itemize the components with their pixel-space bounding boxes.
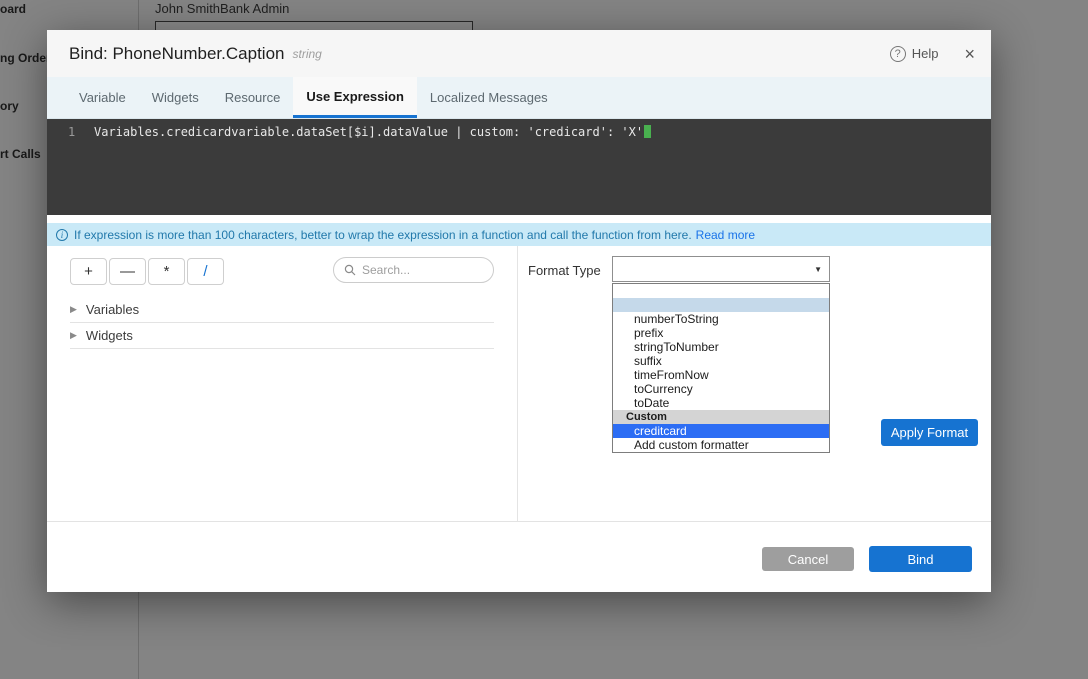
tree-item-label: Widgets (86, 328, 133, 343)
search-input[interactable] (362, 263, 483, 277)
chevron-right-icon[interactable]: ▶ (70, 304, 77, 315)
dropdown-option-stringToNumber[interactable]: stringToNumber (613, 340, 829, 354)
dropdown-option-numberToString[interactable]: numberToString (613, 312, 829, 326)
chevron-right-icon[interactable]: ▶ (70, 330, 77, 341)
dropdown-option-empty-hover[interactable] (613, 298, 829, 312)
operator-toolbar: + — * / (70, 258, 224, 285)
search-box (333, 257, 494, 283)
info-bar: i If expression is more than 100 charact… (47, 223, 991, 246)
divide-operator-button[interactable]: / (187, 258, 224, 285)
tree-item-widgets[interactable]: ▶ Widgets (70, 323, 494, 349)
plus-operator-button[interactable]: + (70, 258, 107, 285)
read-more-link[interactable]: Read more (696, 228, 755, 242)
apply-format-button[interactable]: Apply Format (881, 419, 978, 446)
dropdown-option-add-custom-formatter[interactable]: Add custom formatter (613, 438, 829, 452)
dialog-type-hint: string (292, 47, 321, 61)
dropdown-option-prefix[interactable]: prefix (613, 326, 829, 340)
chevron-down-icon[interactable]: ▼ (814, 265, 822, 274)
format-type-label: Format Type (528, 263, 601, 278)
dropdown-option-creditcard[interactable]: creditcard (613, 424, 829, 438)
expression-editor[interactable]: 1 Variables.credicardvariable.dataSet[$i… (47, 119, 991, 215)
tree-item-variables[interactable]: ▶ Variables (70, 297, 494, 323)
dialog-content: + — * / ▶ Variables ▶ Widgets Format (47, 246, 991, 521)
dropdown-option-toDate[interactable]: toDate (613, 396, 829, 410)
format-type-dropdown: numberToString prefix stringToNumber suf… (612, 283, 830, 453)
dialog-footer: Cancel Bind (47, 521, 991, 592)
cancel-button[interactable]: Cancel (762, 547, 854, 571)
dropdown-option-toCurrency[interactable]: toCurrency (613, 382, 829, 396)
help-label[interactable]: Help (912, 46, 939, 61)
dropdown-option-timeFromNow[interactable]: timeFromNow (613, 368, 829, 382)
panel-divider (517, 246, 518, 521)
tab-resource[interactable]: Resource (212, 77, 294, 118)
editor-caret (644, 125, 651, 138)
tab-localized-messages[interactable]: Localized Messages (417, 77, 561, 118)
info-icon: i (56, 229, 68, 241)
bind-dialog: Bind: PhoneNumber.Caption string ? Help … (47, 30, 991, 592)
dialog-title: Bind: PhoneNumber.Caption (69, 44, 284, 64)
close-icon[interactable]: × (964, 45, 975, 63)
search-icon (344, 264, 356, 276)
dropdown-option-empty[interactable] (613, 284, 829, 298)
dropdown-group-custom: Custom (613, 410, 829, 424)
dropdown-option-suffix[interactable]: suffix (613, 354, 829, 368)
editor-line-number: 1 (47, 119, 94, 215)
expression-text: Variables.credicardvariable.dataSet[$i].… (94, 125, 643, 139)
tab-widgets[interactable]: Widgets (139, 77, 212, 118)
minus-operator-button[interactable]: — (109, 258, 146, 285)
tab-use-expression[interactable]: Use Expression (293, 77, 417, 118)
multiply-operator-button[interactable]: * (148, 258, 185, 285)
tab-variable[interactable]: Variable (66, 77, 139, 118)
bind-button[interactable]: Bind (869, 546, 972, 572)
dialog-tabs: Variable Widgets Resource Use Expression… (47, 77, 991, 119)
info-text: If expression is more than 100 character… (74, 228, 692, 242)
format-type-select[interactable]: ▼ (612, 256, 830, 282)
help-icon[interactable]: ? (890, 46, 906, 62)
tree-item-label: Variables (86, 302, 139, 317)
dialog-header: Bind: PhoneNumber.Caption string ? Help … (47, 30, 991, 77)
editor-code[interactable]: Variables.credicardvariable.dataSet[$i].… (94, 119, 651, 215)
expression-tree: ▶ Variables ▶ Widgets (70, 297, 494, 349)
